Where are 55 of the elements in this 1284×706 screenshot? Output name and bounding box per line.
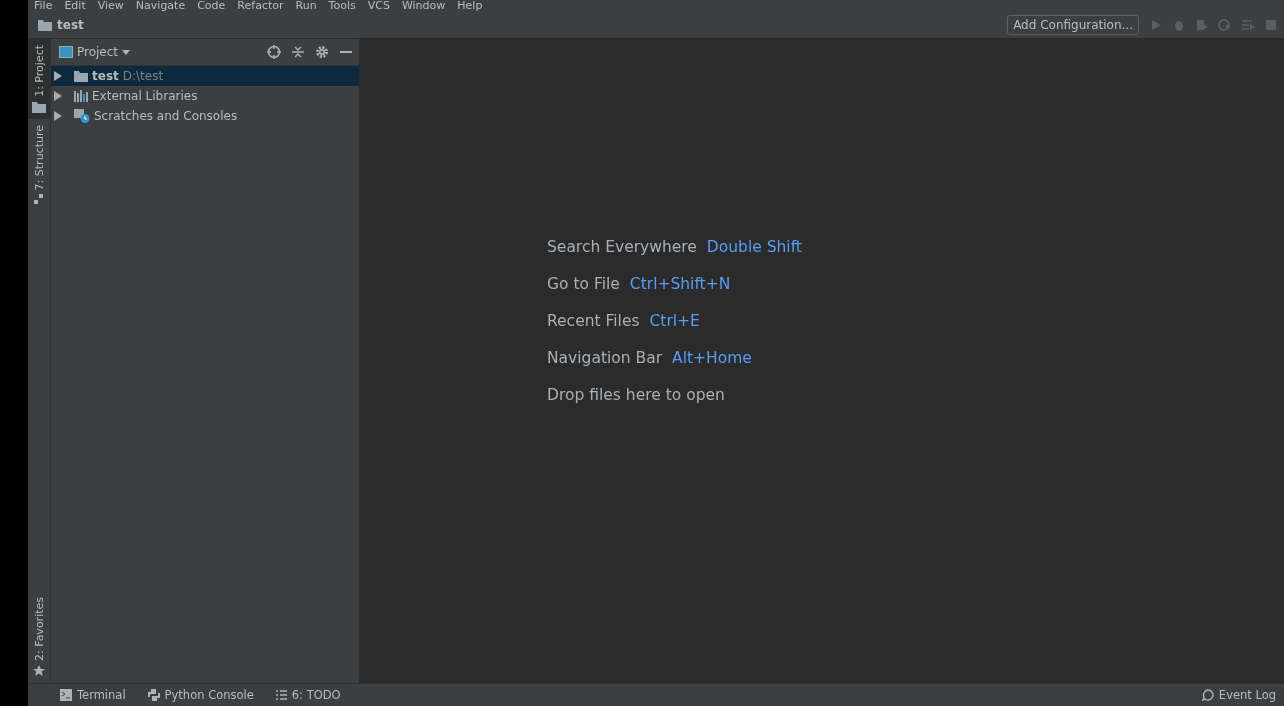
hint-text: Go to File	[547, 275, 620, 293]
terminal-icon	[60, 689, 72, 701]
tree-item-label: test	[92, 69, 119, 83]
menu-item[interactable]: File	[34, 0, 53, 12]
tree-item[interactable]: Scratches and Consoles	[51, 106, 359, 126]
collapse-icon	[291, 45, 305, 59]
add-configuration-button[interactable]: Add Configuration...	[1007, 15, 1139, 35]
menu-item[interactable]: Navigate	[135, 0, 186, 12]
folder-icon	[38, 19, 52, 31]
settings-icon	[315, 45, 329, 59]
folder-icon	[74, 70, 88, 82]
tool-window-tab[interactable]: 7: Structure	[28, 118, 50, 211]
hint-text: Recent Files	[547, 312, 640, 330]
menu-item[interactable]: View	[97, 0, 124, 12]
tool-window-tab[interactable]: 1: Project	[28, 39, 50, 119]
tree-item[interactable]: External Libraries	[51, 86, 359, 106]
project-view-dropdown[interactable]: Project	[59, 45, 131, 59]
menu-item[interactable]: Help	[457, 0, 483, 12]
stop-icon	[1264, 18, 1278, 32]
hint-text: Navigation Bar	[547, 349, 663, 367]
tree-item-label: External Libraries	[92, 89, 198, 103]
list-icon	[275, 690, 287, 700]
shortcut-text: Double Shift	[706, 238, 802, 256]
window-icon	[59, 46, 73, 58]
breadcrumb[interactable]: test	[57, 18, 84, 32]
shortcut-text: Ctrl+Shift+N	[629, 275, 731, 293]
event-log-button[interactable]: Event Log	[1201, 688, 1276, 702]
tool-window-button[interactable]: Python Console	[147, 688, 254, 702]
project-path: D:\test	[122, 69, 164, 83]
shortcut-text: Ctrl+E	[649, 312, 700, 330]
tree-item-label: Scratches and Consoles	[94, 109, 238, 123]
library-icon	[74, 90, 88, 102]
menu-item[interactable]: Refactor	[237, 0, 284, 12]
tree-item[interactable]: test D:\test	[51, 66, 359, 86]
folder-icon	[32, 100, 46, 113]
menu-item[interactable]: Tools	[328, 0, 356, 12]
hint-text: Search Everywhere	[547, 238, 697, 256]
scratch-file-icon	[74, 109, 90, 123]
menu-item[interactable]: Code	[197, 0, 226, 12]
menu-item[interactable]: Edit	[64, 0, 86, 12]
tool-window-button[interactable]: 6: TODO	[275, 688, 341, 702]
tool-window-button[interactable]: Terminal	[60, 688, 126, 702]
tool-window-tab[interactable]: 2: Favorites	[28, 591, 50, 683]
menu-item[interactable]: Window	[401, 0, 446, 12]
menu-item[interactable]: VCS	[367, 0, 390, 12]
run-icon	[1149, 18, 1163, 32]
python-icon	[147, 689, 160, 701]
caret-icon	[122, 49, 131, 55]
menu-item[interactable]: Run	[295, 0, 317, 12]
shortcut-text: Alt+Home	[672, 349, 752, 367]
hint-text: Drop files here to open	[547, 386, 725, 404]
structure-icon	[34, 194, 44, 205]
star-icon	[33, 665, 45, 677]
speech-bubble-icon	[1201, 689, 1214, 701]
locate-icon	[267, 45, 281, 59]
